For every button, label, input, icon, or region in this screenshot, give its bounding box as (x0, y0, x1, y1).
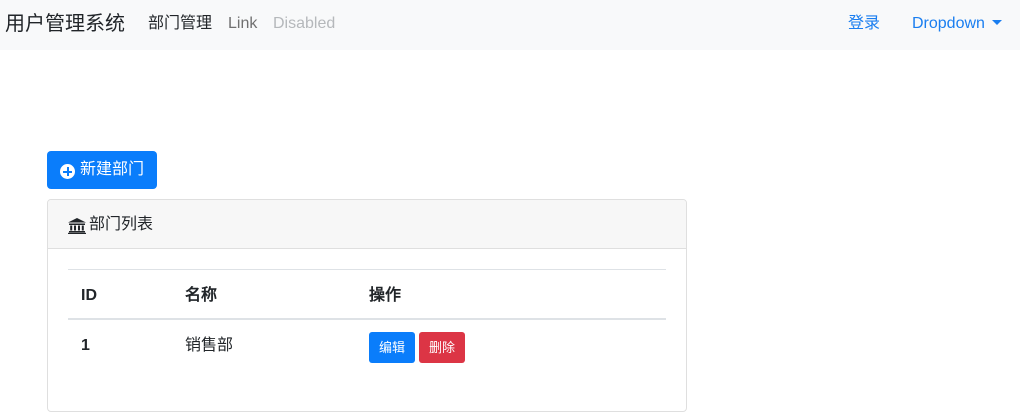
plus-circle-icon (60, 164, 75, 179)
column-header-actions: 操作 (369, 287, 402, 304)
dropdown-label: Dropdown (912, 15, 985, 32)
new-department-label: 新建部门 (80, 161, 145, 178)
table-top-border (68, 269, 666, 270)
login-link[interactable]: 登录 (848, 14, 880, 34)
table-header-border (68, 318, 666, 320)
brand-title[interactable]: 用户管理系统 (5, 11, 125, 37)
department-list-panel: 部门列表 ID 名称 操作 1 销售部 编辑 删除 (47, 199, 687, 412)
panel-title: 部门列表 (89, 216, 154, 233)
cell-name: 销售部 (185, 337, 234, 354)
delete-button[interactable]: 删除 (419, 332, 465, 363)
edit-button[interactable]: 编辑 (369, 332, 415, 363)
caret-down-icon (991, 20, 1002, 25)
column-header-id: ID (81, 287, 97, 304)
new-department-button[interactable]: 新建部门 (47, 151, 157, 189)
top-navbar: 用户管理系统 部门管理 Link Disabled 登录 Dropdown (0, 0, 1020, 50)
nav-item-department-management[interactable]: 部门管理 (148, 14, 212, 34)
nav-item-disabled: Disabled (273, 15, 336, 32)
bank-icon (68, 218, 86, 234)
cell-id: 1 (81, 337, 90, 354)
panel-header: 部门列表 (48, 200, 686, 249)
dropdown-toggle[interactable]: Dropdown (912, 14, 1002, 34)
nav-item-link[interactable]: Link (228, 14, 257, 34)
column-header-name: 名称 (185, 287, 218, 304)
